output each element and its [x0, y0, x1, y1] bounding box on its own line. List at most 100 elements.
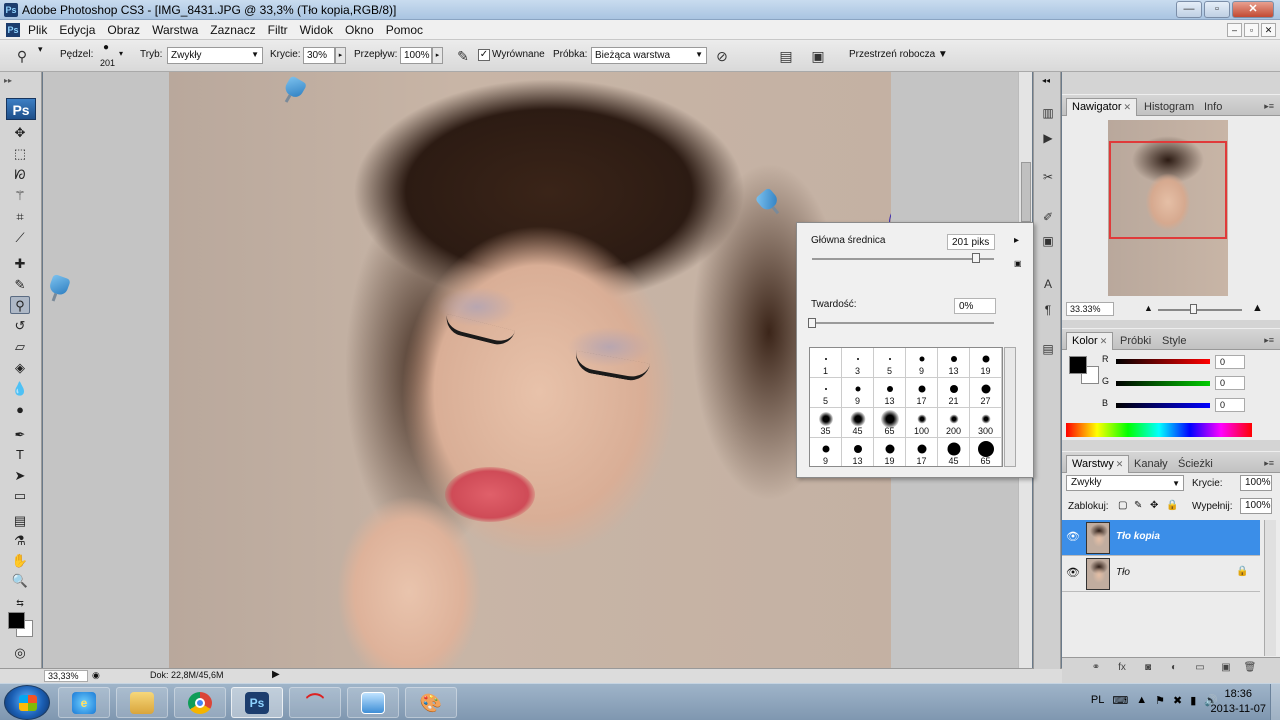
hardness-slider-knob[interactable]: [808, 318, 816, 328]
taskbar-app-explorer[interactable]: [116, 687, 168, 718]
collapse-arrows-icon[interactable]: ◂◂: [1042, 76, 1050, 85]
link-layers-icon[interactable]: ⚭: [1088, 662, 1104, 676]
layers-scrollbar[interactable]: [1264, 520, 1276, 656]
brush-preset[interactable]: 65: [874, 408, 906, 438]
brush-preset[interactable]: 19: [874, 438, 906, 466]
hardness-input[interactable]: 0%: [954, 298, 996, 314]
tab-kanaly[interactable]: Kanały: [1128, 455, 1174, 473]
save-preset-icon[interactable]: ▣: [1014, 259, 1022, 268]
brush-preset[interactable]: 17: [906, 438, 938, 466]
security-icon[interactable]: ✖: [1173, 694, 1182, 707]
navigator-zoom-knob[interactable]: [1190, 304, 1197, 314]
workspace-menu[interactable]: Przestrzeń robocza ▼: [849, 49, 948, 60]
history-brush-tool-icon[interactable]: ↺: [10, 317, 30, 335]
shape-tool-icon[interactable]: ▭: [10, 487, 30, 505]
brush-tip-icon[interactable]: ●: [103, 42, 109, 53]
lock-transparency-icon[interactable]: ▢: [1118, 500, 1127, 511]
panel-menu-icon[interactable]: ▸≡: [1264, 335, 1274, 346]
network-icon[interactable]: ▮: [1190, 694, 1196, 707]
menu-filtr[interactable]: Filtr: [268, 23, 295, 37]
eyedropper-tool-icon[interactable]: ⚗: [10, 532, 30, 550]
tab-style[interactable]: Style: [1156, 332, 1192, 350]
lock-pixels-icon[interactable]: ✎: [1134, 500, 1142, 511]
clone-stamp-preset-icon[interactable]: ⚲: [12, 46, 32, 66]
brush-preset[interactable]: 5: [874, 348, 906, 378]
foreground-color-swatch[interactable]: [8, 612, 25, 629]
hardness-slider[interactable]: [812, 322, 994, 324]
brush-preset[interactable]: 3: [842, 348, 874, 378]
new-layer-icon[interactable]: ▣: [1218, 662, 1234, 676]
status-info-icon[interactable]: ◉: [92, 670, 100, 681]
diameter-slider-knob[interactable]: [971, 253, 980, 263]
path-selection-tool-icon[interactable]: ➤: [10, 467, 30, 485]
type-tool-icon[interactable]: T: [10, 446, 30, 464]
fill-input[interactable]: 100%: [1240, 498, 1272, 514]
sample-select[interactable]: Bieżąca warstwa ▼: [591, 47, 707, 64]
lasso-tool-icon[interactable]: ᘗ: [10, 166, 30, 184]
hand-tool-icon[interactable]: ✋: [10, 552, 30, 570]
document-icon[interactable]: Ps: [6, 23, 20, 37]
menu-pomoc[interactable]: Pomoc: [386, 23, 430, 37]
close-button[interactable]: ✕: [1232, 1, 1274, 18]
brush-preset[interactable]: 9: [906, 348, 938, 378]
keyboard-icon[interactable]: ⌨: [1112, 694, 1128, 707]
menu-plik[interactable]: Plik: [28, 23, 54, 37]
brush-preset[interactable]: 21: [938, 378, 970, 408]
taskbar-app-adobe[interactable]: ⌒: [289, 687, 341, 718]
brush-preset[interactable]: 13: [874, 378, 906, 408]
tab-probki[interactable]: Próbki: [1114, 332, 1157, 350]
paint-bucket-tool-icon[interactable]: ◈: [10, 359, 30, 377]
layer-comps-icon[interactable]: ▤: [1039, 340, 1057, 358]
brush-size-readout[interactable]: 201: [100, 58, 115, 68]
move-tool-icon[interactable]: ✥: [10, 124, 30, 142]
mode-select[interactable]: Zwykły ▼: [167, 47, 263, 64]
history-panel-icon[interactable]: ▥: [1039, 104, 1057, 122]
brush-preset[interactable]: 200: [938, 408, 970, 438]
brush-preset[interactable]: 35: [810, 408, 842, 438]
adjustment-layer-icon[interactable]: ◐: [1166, 662, 1182, 676]
magic-wand-tool-icon[interactable]: ⚚: [10, 187, 30, 205]
preset-dropdown-icon[interactable]: ▾: [38, 44, 43, 55]
taskbar-app-ie[interactable]: e: [58, 687, 110, 718]
brush-preset[interactable]: 45: [938, 438, 970, 466]
tab-warstwy[interactable]: Warstwy ✕: [1066, 455, 1130, 473]
menu-edycja[interactable]: Edycja: [59, 23, 102, 37]
paragraph-panel-icon[interactable]: ¶: [1039, 301, 1057, 319]
eraser-tool-icon[interactable]: ▱: [10, 338, 30, 356]
clone-source-panel-icon[interactable]: ▤: [776, 46, 796, 66]
tab-sciezki[interactable]: Ścieżki: [1172, 455, 1219, 473]
tool-presets-icon[interactable]: ✂: [1039, 168, 1057, 186]
b-input[interactable]: 0: [1215, 398, 1245, 412]
taskbar-app-photoshop[interactable]: Ps: [231, 687, 283, 718]
taskbar-app-paint[interactable]: 🎨: [405, 687, 457, 718]
flag-icon[interactable]: ⚑: [1155, 694, 1165, 707]
brush-preset[interactable]: 300: [970, 408, 1002, 438]
dodge-tool-icon[interactable]: ●: [10, 401, 30, 419]
presets-scrollbar[interactable]: [1004, 347, 1016, 467]
brush-preset[interactable]: 9: [810, 438, 842, 466]
tab-info[interactable]: Info: [1198, 98, 1228, 116]
clone-source-icon[interactable]: ▣: [1039, 232, 1057, 250]
pen-tool-icon[interactable]: ✒: [10, 426, 30, 444]
document-image[interactable]: [169, 72, 891, 669]
g-input[interactable]: 0: [1215, 376, 1245, 390]
tab-histogram[interactable]: Histogram: [1138, 98, 1200, 116]
red-slider[interactable]: [1116, 359, 1210, 364]
language-indicator[interactable]: PL: [1091, 694, 1104, 707]
opacity-slider-button[interactable]: ▸: [335, 47, 346, 64]
clock[interactable]: 18:36 2013-11-07: [1211, 687, 1266, 717]
slice-tool-icon[interactable]: ⟋: [10, 229, 30, 247]
visibility-eye-icon[interactable]: 👁: [1066, 530, 1080, 544]
quick-mask-icon[interactable]: ◎: [10, 644, 30, 662]
navigator-thumbnail[interactable]: [1108, 120, 1228, 296]
taskbar-app-chrome[interactable]: [174, 687, 226, 718]
show-desktop-button[interactable]: [1270, 684, 1280, 720]
blue-slider[interactable]: [1116, 403, 1210, 408]
marquee-tool-icon[interactable]: ⬚: [10, 145, 30, 163]
visibility-eye-icon[interactable]: 👁: [1066, 566, 1080, 580]
brush-preset[interactable]: 13: [842, 438, 874, 466]
panel-menu-icon[interactable]: ▸≡: [1264, 458, 1274, 469]
layer-row-tlo-kopia[interactable]: 👁 Tło kopia: [1062, 520, 1260, 556]
tray-arrow-icon[interactable]: ▲: [1136, 694, 1147, 707]
navigator-view-box[interactable]: [1109, 141, 1227, 239]
